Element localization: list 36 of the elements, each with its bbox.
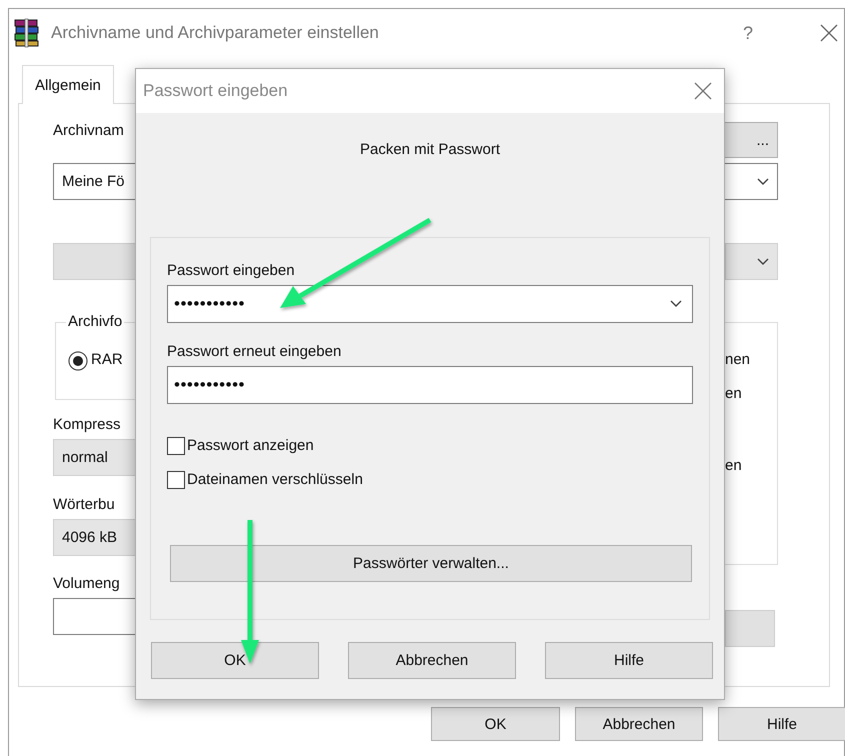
option-label: en	[725, 457, 743, 476]
option-label: nen	[725, 351, 752, 370]
dialog-button[interactable]: Abbrechen	[575, 707, 703, 741]
checkbox-label: Dateinamen verschlüsseln	[187, 471, 363, 488]
help-button[interactable]: ?	[738, 22, 758, 44]
tab[interactable]: Allgemein	[22, 65, 114, 104]
dialog-title: Passwort eingeben	[143, 81, 288, 101]
window-title: Archivname und Archivparameter einstellen	[51, 23, 380, 43]
field-label: Volumeng	[53, 575, 120, 592]
field-label: Passwort eingeben	[167, 262, 295, 279]
dialog-heading: Packen mit Passwort	[360, 141, 500, 158]
radio-button[interactable]	[68, 351, 88, 371]
browse-button[interactable]: ...	[722, 122, 778, 158]
close-icon[interactable]	[820, 24, 838, 42]
dialog-button[interactable]: Abbrechen	[348, 642, 516, 679]
chevron-down-icon	[757, 258, 769, 266]
books-icon	[13, 18, 41, 48]
manage-passwords-button[interactable]: Passwörter verwalten...	[170, 545, 692, 582]
chevron-down-icon	[670, 300, 682, 308]
checkbox[interactable]	[167, 471, 185, 489]
option-label: en	[725, 385, 743, 404]
field-label: Wörterbu	[53, 496, 115, 513]
password-combo[interactable]: •••••••••••	[167, 285, 693, 323]
dialog-button[interactable]: Hilfe	[718, 707, 845, 741]
dialog-button[interactable]: OK	[151, 642, 319, 679]
close-icon[interactable]	[694, 82, 712, 100]
checkbox[interactable]	[167, 437, 185, 455]
checkbox-label: Passwort anzeigen	[187, 437, 314, 454]
chevron-down-icon	[757, 178, 769, 186]
radio-label: RAR	[91, 351, 123, 368]
field-label: Passwort erneut eingeben	[167, 343, 342, 360]
field-label: Archivnam	[53, 122, 124, 139]
password-field[interactable]: •••••••••••	[167, 366, 693, 404]
dialog-button[interactable]: OK	[431, 707, 560, 741]
field-label: Kompress	[53, 416, 121, 433]
dialog-button[interactable]: Hilfe	[545, 642, 713, 679]
